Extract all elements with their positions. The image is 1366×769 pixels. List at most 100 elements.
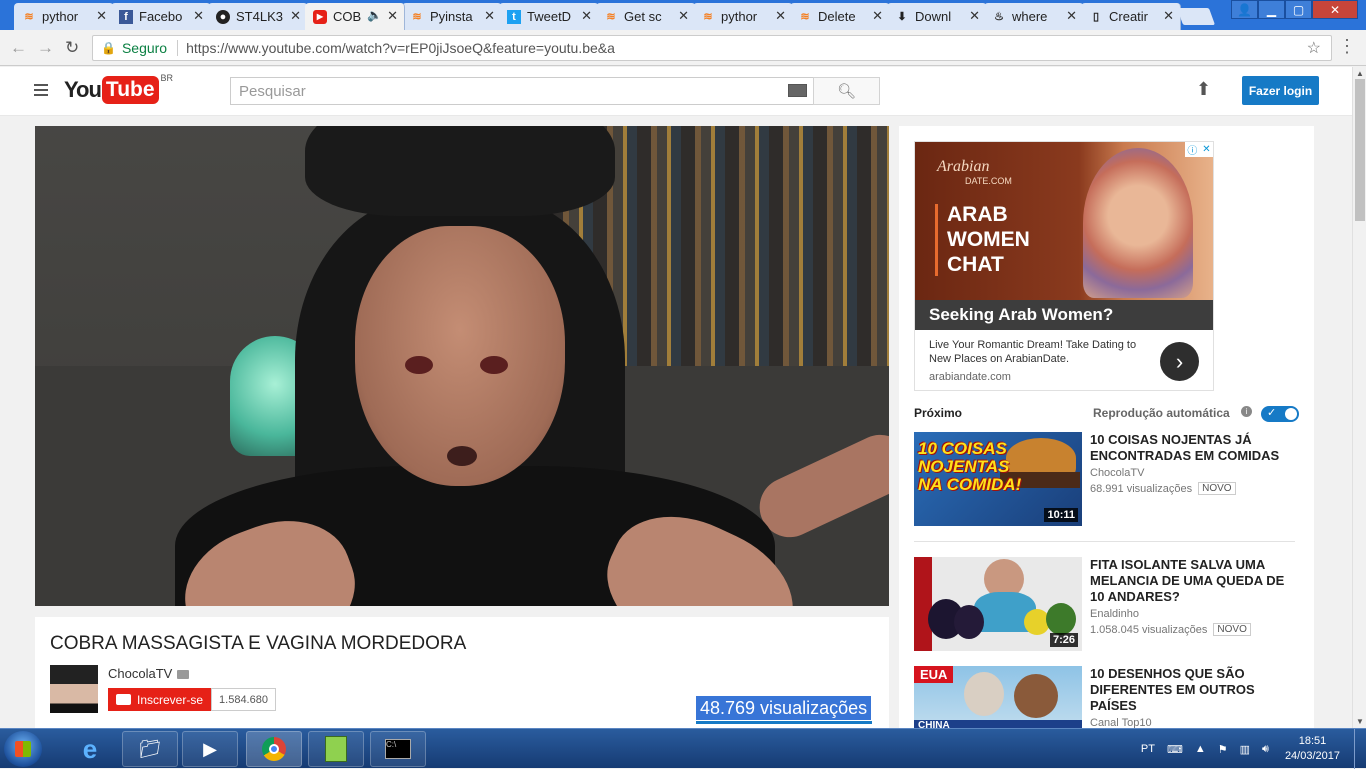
related-video[interactable]: 7:26 FITA ISOLANTE SALVA UMA MELANCIA DE… xyxy=(914,557,1299,651)
close-tab-icon[interactable]: ✕ xyxy=(581,8,592,24)
browser-tab[interactable]: ≋ Delete ✕ xyxy=(790,3,890,30)
browser-tab[interactable]: ≋ pythor ✕ xyxy=(693,3,793,30)
close-tab-icon[interactable]: ✕ xyxy=(96,8,107,24)
close-tab-icon[interactable]: ✕ xyxy=(678,8,689,24)
close-tab-icon[interactable]: ✕ xyxy=(1066,8,1077,24)
watch-sidebar: Arabian DATE.COM ARAB WOMEN CHAT Seeking… xyxy=(899,126,1314,728)
channel-avatar[interactable] xyxy=(50,665,98,713)
browser-tab[interactable]: ≋ Pyinsta ✕ xyxy=(402,3,502,30)
notepad-plus-plus-icon[interactable] xyxy=(308,731,364,767)
browser-tab[interactable]: ▯ Creatir ✕ xyxy=(1081,3,1181,30)
ad-choices[interactable]: ⓘ ✕ xyxy=(1185,142,1213,157)
maximize-icon[interactable]: ▢ xyxy=(1285,0,1312,19)
reload-icon[interactable]: ↻ xyxy=(65,38,79,58)
video-player[interactable] xyxy=(35,126,889,606)
browser-tab[interactable]: ≋ Get sc ✕ xyxy=(596,3,696,30)
related-video[interactable]: EUA CHINA 10 DESENHOS QUE SÃO DIFERENTES… xyxy=(914,666,1299,728)
display-ad[interactable]: Arabian DATE.COM ARAB WOMEN CHAT Seeking… xyxy=(914,141,1214,391)
keyboard-icon[interactable] xyxy=(788,84,807,97)
browser-tab[interactable]: ⬇ Downl ✕ xyxy=(887,3,987,30)
close-tab-icon[interactable]: ✕ xyxy=(969,8,980,24)
guide-menu-icon[interactable] xyxy=(34,84,48,99)
network-icon[interactable]: ▥ xyxy=(1240,743,1250,756)
scrollbar-thumb[interactable] xyxy=(1355,79,1365,221)
twitter-icon: t xyxy=(507,9,521,24)
action-center-icon[interactable]: ⚑ xyxy=(1218,743,1228,756)
scroll-down-icon[interactable]: ▼ xyxy=(1356,717,1364,726)
scroll-up-icon[interactable]: ▲ xyxy=(1356,69,1364,78)
ad-image[interactable]: Arabian DATE.COM ARAB WOMEN CHAT xyxy=(915,142,1213,300)
volume-icon[interactable]: 🔊︎ xyxy=(1262,743,1269,756)
keyboard-icon[interactable]: ⌨ xyxy=(1167,743,1183,756)
command-prompt-icon[interactable]: C:\ xyxy=(370,731,426,767)
audio-playing-icon[interactable]: 🔈 xyxy=(367,8,382,22)
ad-title[interactable]: Seeking Arab Women? xyxy=(915,300,1213,330)
browser-menu-icon[interactable]: ⋮ xyxy=(1338,36,1356,57)
browser-tab[interactable]: ≋ pythor ✕ xyxy=(14,3,114,30)
address-bar[interactable]: 🔒 Seguro https://www.youtube.com/watch?v… xyxy=(92,35,1332,61)
youtube-icon: ▶ xyxy=(313,9,327,24)
browser-toolbar: ← → ↻ 🔒 Seguro https://www.youtube.com/w… xyxy=(0,30,1366,66)
youtube-play-icon xyxy=(116,694,131,705)
close-tab-icon[interactable]: ✕ xyxy=(1163,8,1174,24)
media-player-icon[interactable]: ▶ xyxy=(182,731,238,767)
video-channel[interactable]: Enaldinho xyxy=(1090,608,1139,620)
close-tab-icon[interactable]: ✕ xyxy=(387,8,398,24)
close-tab-icon[interactable]: ✕ xyxy=(193,8,204,24)
video-thumbnail[interactable]: 10 COISAS NOJENTAS NA COMIDA! 10:11 xyxy=(914,432,1082,526)
close-window-icon[interactable]: ✕ xyxy=(1312,0,1358,19)
channel-name[interactable]: ChocolaTV xyxy=(108,666,190,681)
video-title[interactable]: 10 DESENHOS QUE SÃO DIFERENTES EM OUTROS… xyxy=(1090,666,1290,714)
info-icon[interactable]: ⓘ xyxy=(1187,142,1197,157)
video-title[interactable]: 10 COISAS NOJENTAS JÁ ENCONTRADAS EM COM… xyxy=(1090,432,1290,464)
video-duration: 7:26 xyxy=(1049,633,1078,647)
language-indicator[interactable]: PT xyxy=(1141,743,1155,755)
close-tab-icon[interactable]: ✕ xyxy=(775,8,786,24)
login-button[interactable]: Fazer login xyxy=(1242,76,1319,105)
ad-arrow-icon[interactable]: › xyxy=(1160,342,1199,381)
forward-icon[interactable]: → xyxy=(37,38,54,58)
video-channel[interactable]: ChocolaTV xyxy=(1090,467,1144,479)
chrome-icon[interactable] xyxy=(246,731,302,767)
file-explorer-icon[interactable]: 📁︎ xyxy=(122,731,178,767)
search-icon: 🔍︎ xyxy=(836,83,857,100)
back-icon[interactable]: ← xyxy=(10,38,27,58)
subscribe-button[interactable]: Inscrever-se 1.584.680 xyxy=(108,688,276,711)
search-button[interactable]: 🔍︎ xyxy=(813,77,880,105)
browser-tab[interactable]: ● ST4LK3 ✕ xyxy=(208,3,308,30)
related-video[interactable]: 10 COISAS NOJENTAS NA COMIDA! 10:11 10 C… xyxy=(914,432,1299,526)
user-profile-icon[interactable]: 👤 xyxy=(1231,0,1258,19)
video-thumbnail[interactable]: EUA CHINA xyxy=(914,666,1082,728)
minimize-icon[interactable]: ▁ xyxy=(1258,0,1285,19)
video-title[interactable]: FITA ISOLANTE SALVA UMA MELANCIA DE UMA … xyxy=(1090,557,1290,605)
close-tab-icon[interactable]: ✕ xyxy=(290,8,301,24)
browser-tab[interactable]: ♨ where ✕ xyxy=(984,3,1084,30)
thumbnail-label: CHINA xyxy=(914,720,1082,728)
upload-icon[interactable]: ⬆ xyxy=(1196,79,1211,100)
url-text[interactable]: https://www.youtube.com/watch?v=rEP0jiJs… xyxy=(186,40,1307,56)
video-thumbnail[interactable]: 7:26 xyxy=(914,557,1082,651)
browser-tab[interactable]: f Facebo ✕ xyxy=(111,3,211,30)
view-count: 48.769 visualizações xyxy=(696,696,872,720)
browser-tab[interactable]: t TweetD ✕ xyxy=(499,3,599,30)
show-desktop-button[interactable] xyxy=(1354,729,1366,769)
ad-domain[interactable]: arabiandate.com xyxy=(929,371,1011,383)
bookmark-star-icon[interactable]: ☆ xyxy=(1307,38,1321,58)
close-tab-icon[interactable]: ✕ xyxy=(872,8,883,24)
autoplay-toggle[interactable]: ✓ xyxy=(1261,406,1299,422)
page-scrollbar[interactable]: ▲ ▼ xyxy=(1352,67,1366,728)
browser-tab-active[interactable]: ▶ COB 🔈 ✕ xyxy=(305,3,405,30)
internet-explorer-icon[interactable]: e xyxy=(62,731,118,767)
stackoverflow-icon: ≋ xyxy=(800,11,810,23)
lock-icon: 🔒 xyxy=(101,41,116,55)
show-hidden-icons[interactable]: ▲ xyxy=(1195,743,1206,755)
close-ad-icon[interactable]: ✕ xyxy=(1202,144,1210,155)
close-tab-icon[interactable]: ✕ xyxy=(484,8,495,24)
clock[interactable]: 18:51 24/03/2017 xyxy=(1285,734,1340,764)
start-button[interactable] xyxy=(4,731,42,767)
youtube-logo[interactable]: You Tube BR xyxy=(64,73,173,104)
video-channel[interactable]: Canal Top10 xyxy=(1090,717,1152,728)
new-tab-button[interactable] xyxy=(1176,8,1216,25)
autoplay-info-icon[interactable]: i xyxy=(1241,406,1252,417)
search-input[interactable]: Pesquisar xyxy=(230,77,814,105)
